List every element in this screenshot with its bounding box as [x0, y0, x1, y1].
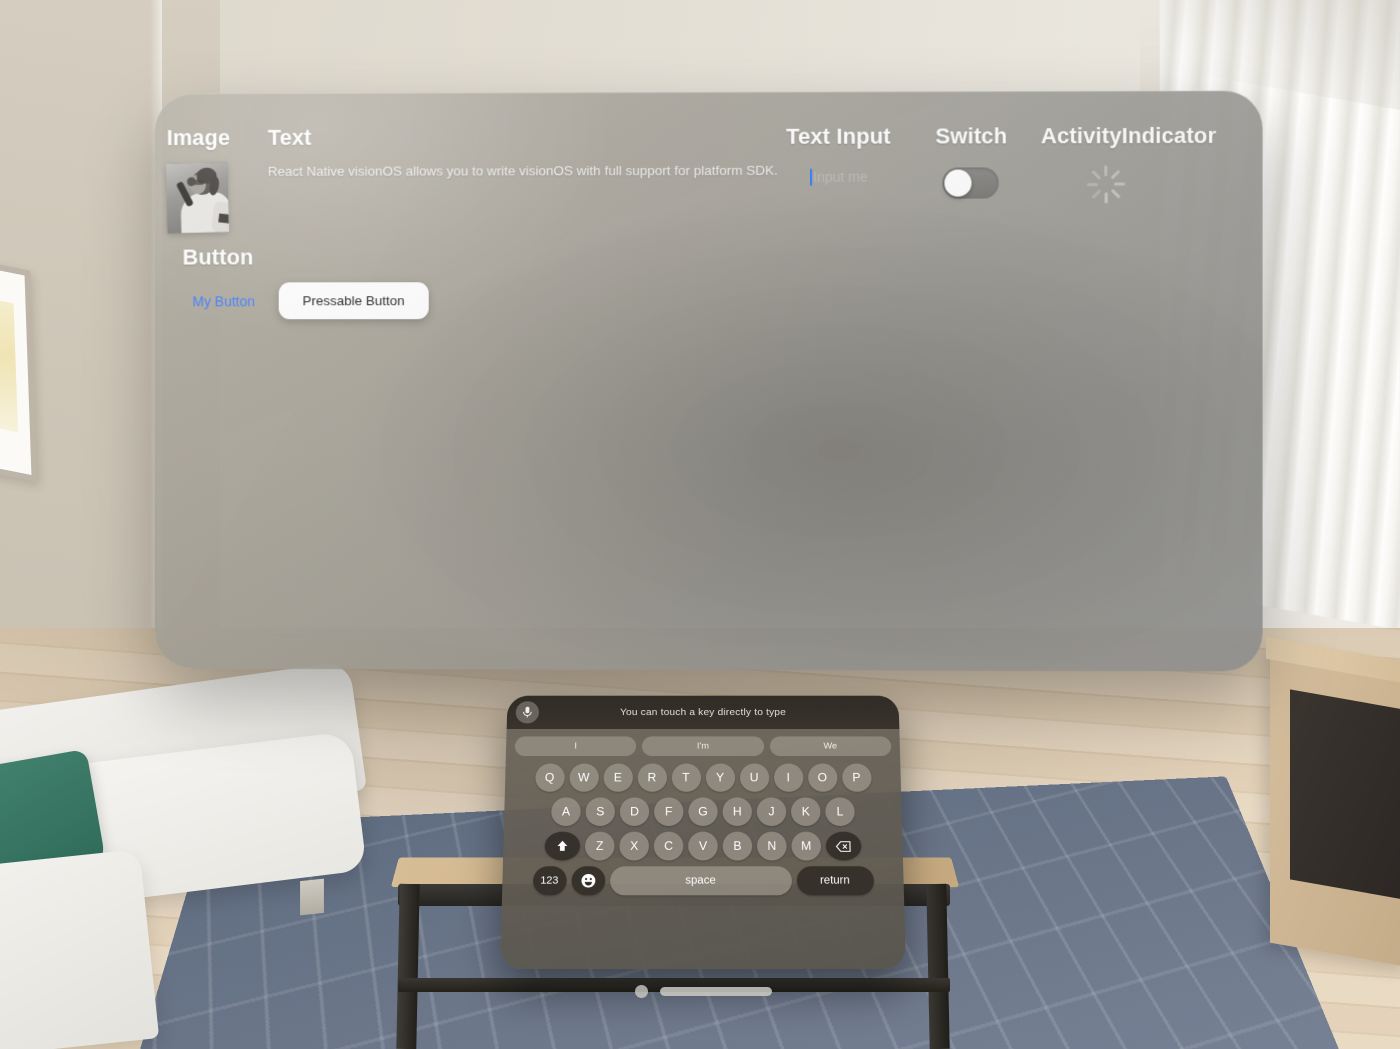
section-text: Text React Native visionOS allows you to…: [267, 124, 778, 181]
section-text-input: Text Input Input me: [786, 123, 960, 187]
key-a[interactable]: A: [551, 797, 581, 826]
section-switch: Switch: [935, 123, 1008, 199]
app-window-content: Image Text React Native visionOS allows …: [155, 91, 1263, 672]
thumbnail-person-sleeve: [218, 213, 230, 224]
numbers-key[interactable]: 123: [532, 866, 567, 896]
cabinet-shelf-interior: [1290, 689, 1400, 901]
key-i[interactable]: I: [773, 763, 804, 792]
app-window[interactable]: Image Text React Native visionOS allows …: [154, 90, 1263, 672]
keyboard-top-bar: You can touch a key directly to type: [506, 695, 900, 729]
key-s[interactable]: S: [585, 797, 616, 826]
keyboard-hint-text: You can touch a key directly to type: [619, 706, 787, 718]
key-y[interactable]: Y: [705, 763, 735, 792]
key-w[interactable]: W: [568, 763, 599, 792]
grabber-dot[interactable]: [634, 984, 648, 998]
spinner-spoke: [1090, 188, 1102, 200]
text-input-caret: [810, 168, 813, 186]
virtual-keyboard[interactable]: You can touch a key directly to type I I…: [500, 695, 906, 969]
keyboard-suggestion-bar: I I'm We: [506, 729, 900, 760]
spinner-spoke: [1103, 192, 1108, 204]
section-title-switch: Switch: [935, 123, 1008, 149]
section-title-image: Image: [166, 125, 231, 151]
picture-artwork: [0, 291, 19, 433]
suggestion-chip[interactable]: I: [514, 736, 637, 757]
suggestion-chip[interactable]: I'm: [642, 736, 764, 757]
coffee-table-leg-left: [396, 883, 420, 1049]
key-d[interactable]: D: [619, 797, 650, 826]
key-g[interactable]: G: [688, 797, 718, 826]
key-m[interactable]: M: [791, 831, 822, 861]
spinner-spoke: [1090, 169, 1102, 180]
vision-os-screen: Image Text React Native visionOS allows …: [0, 0, 1400, 1049]
activity-spinner-icon: [1084, 163, 1126, 205]
coffee-table-leg-right: [926, 883, 950, 1049]
space-key[interactable]: space: [609, 866, 792, 896]
microphone-icon[interactable]: [515, 701, 540, 724]
key-l[interactable]: L: [825, 797, 855, 826]
key-x[interactable]: X: [619, 831, 650, 861]
key-e[interactable]: E: [602, 763, 633, 792]
section-activity-indicator: ActivityIndicator: [1041, 123, 1216, 206]
text-body: React Native visionOS allows you to writ…: [267, 162, 778, 179]
section-title-text-input: Text Input: [786, 123, 891, 149]
key-j[interactable]: J: [756, 797, 787, 826]
return-key[interactable]: return: [796, 866, 874, 896]
key-u[interactable]: U: [739, 763, 769, 792]
keyboard-window-grabber[interactable]: [500, 983, 906, 999]
section-button: Button My Button Pressable Button: [182, 244, 429, 320]
key-c[interactable]: C: [653, 831, 684, 861]
spinner-spoke: [1086, 182, 1098, 187]
keyboard-row-1: QWERTYUIOP: [512, 763, 895, 792]
image-thumbnail[interactable]: [165, 162, 230, 234]
switch-toggle[interactable]: [942, 167, 999, 199]
button-row: My Button Pressable Button: [183, 282, 429, 320]
section-title-text: Text: [267, 124, 312, 150]
keyboard-row-4: 123 space return: [509, 866, 897, 896]
suggestion-chip[interactable]: We: [769, 736, 892, 757]
picture-mat: [0, 259, 32, 475]
emoji-smiley-icon[interactable]: [570, 866, 605, 896]
key-h[interactable]: H: [722, 797, 753, 826]
section-title-activity-indicator: ActivityIndicator: [1040, 122, 1217, 149]
key-n[interactable]: N: [756, 831, 787, 861]
pressable-button[interactable]: Pressable Button: [278, 282, 429, 320]
key-b[interactable]: B: [722, 831, 753, 861]
key-r[interactable]: R: [637, 763, 667, 792]
key-v[interactable]: V: [688, 831, 718, 861]
key-k[interactable]: K: [790, 797, 821, 826]
section-image: Image: [165, 125, 231, 234]
key-z[interactable]: Z: [584, 831, 615, 861]
spinner-spoke: [1109, 188, 1121, 199]
keyboard-row-3: ZXCVBNM: [510, 831, 896, 861]
key-t[interactable]: T: [671, 763, 701, 792]
backspace-icon[interactable]: [825, 831, 862, 861]
key-o[interactable]: O: [807, 763, 838, 792]
key-q[interactable]: Q: [534, 763, 565, 792]
spinner-spoke: [1113, 182, 1125, 186]
my-button-link[interactable]: My Button: [183, 287, 265, 315]
spinner-spoke: [1103, 165, 1108, 177]
grabber-bar[interactable]: [659, 986, 772, 996]
keyboard-rows: QWERTYUIOP ASDFGHJKL ZXCVBNM 123 space r…: [502, 760, 905, 909]
text-input-placeholder: Input me: [813, 168, 868, 185]
shift-arrow-icon[interactable]: [544, 831, 581, 861]
key-p[interactable]: P: [841, 763, 872, 792]
sofa-leg: [300, 878, 324, 916]
switch-thumb: [944, 169, 972, 197]
key-f[interactable]: F: [653, 797, 684, 826]
section-title-button: Button: [182, 244, 254, 270]
keyboard-row-2: ASDFGHJKL: [511, 797, 895, 826]
spinner-spoke: [1109, 169, 1121, 180]
sofa-armrest: [0, 848, 160, 1049]
